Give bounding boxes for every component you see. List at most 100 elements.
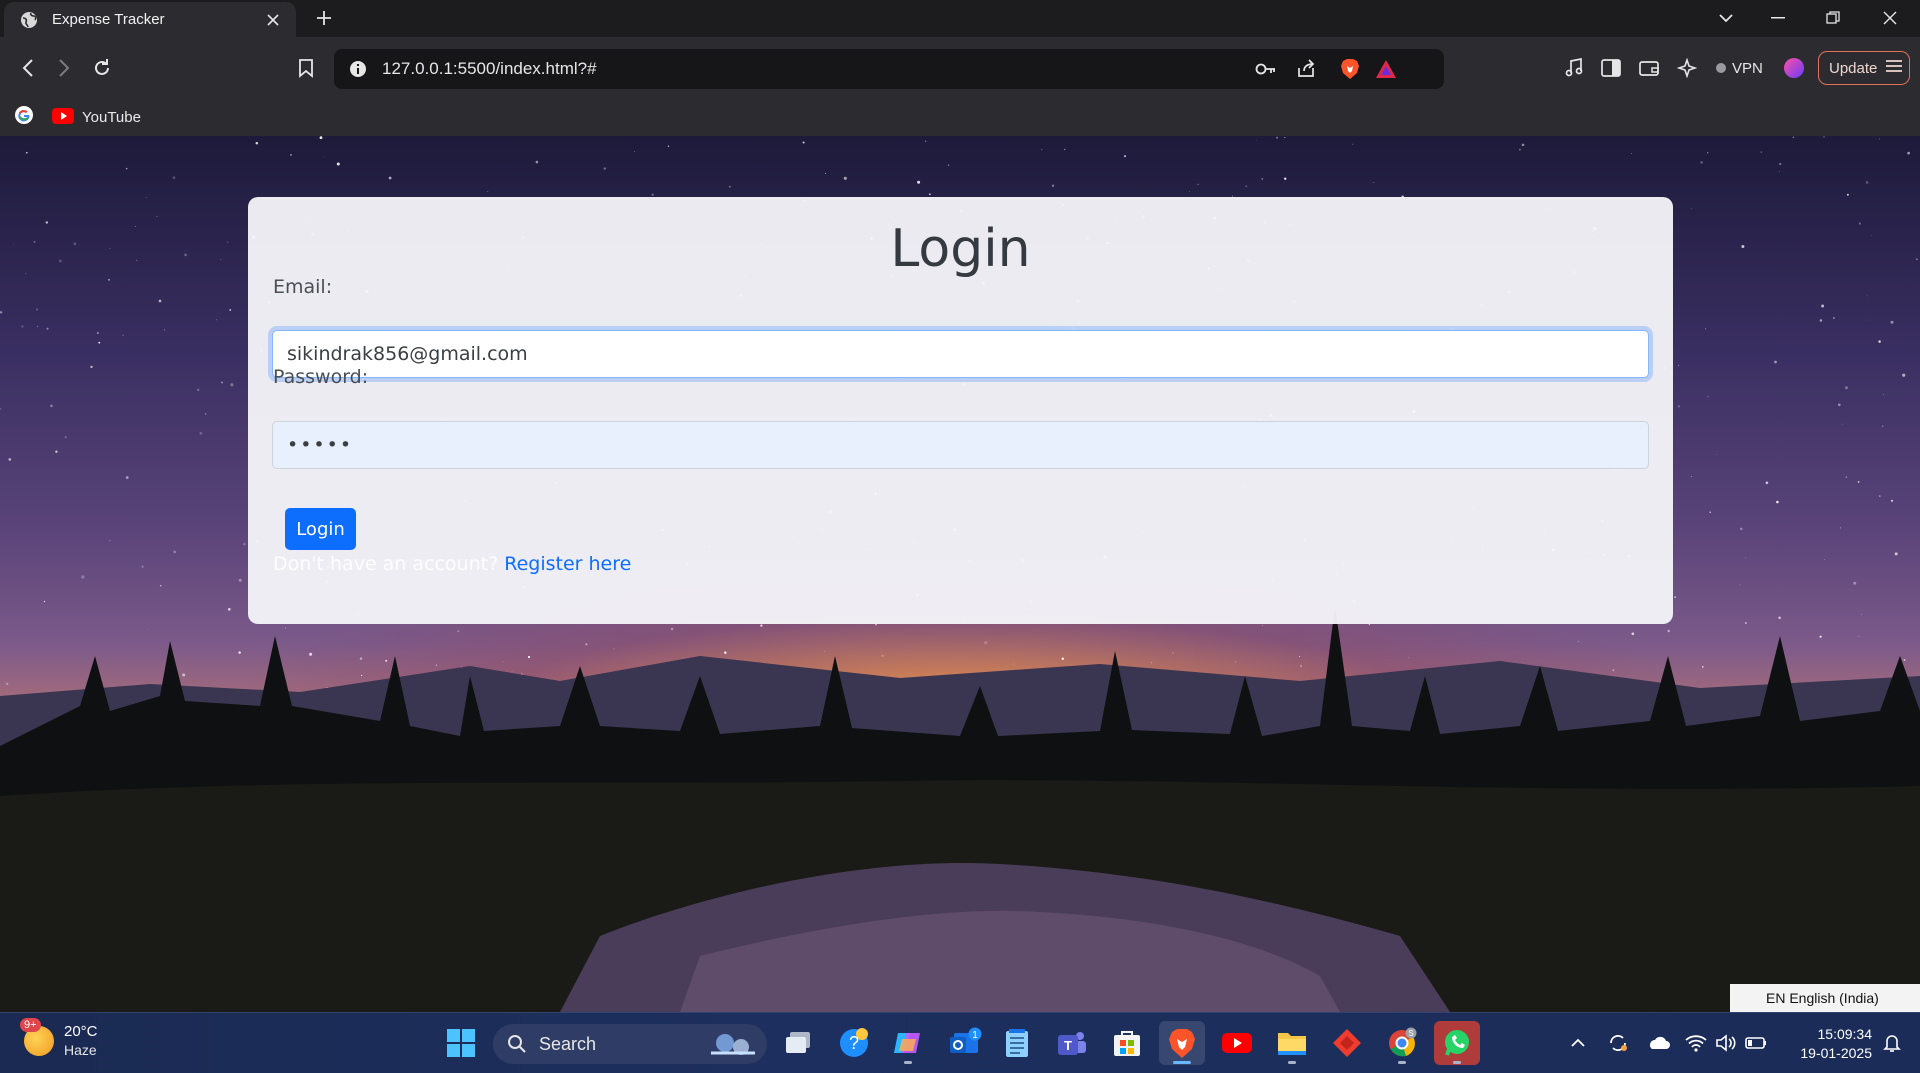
login-card: Login Email: Password: Login Don't have … [248, 197, 1673, 624]
password-label: Password: [273, 366, 369, 388]
vpn-label: VPN [1732, 59, 1763, 77]
email-label: Email: [273, 276, 333, 298]
windows-icon [447, 1029, 475, 1057]
running-indicator [904, 1061, 912, 1064]
weather-temp: 20°C [64, 1023, 98, 1040]
chrome-app[interactable]: S [1379, 1021, 1425, 1065]
update-button[interactable]: Update [1818, 51, 1910, 85]
teams-icon: T [1058, 1032, 1086, 1055]
chrome-profile-badge: S [1408, 1029, 1413, 1038]
running-indicator [1398, 1061, 1406, 1064]
running-indicator [1173, 1061, 1191, 1064]
wallet-icon[interactable] [1633, 52, 1665, 84]
store-icon [1114, 1031, 1140, 1056]
youtube-app[interactable] [1214, 1021, 1260, 1065]
outlook-app[interactable]: 1 [942, 1021, 988, 1065]
tab-strip: Expense Tracker [0, 0, 1920, 37]
back-icon[interactable] [12, 52, 44, 84]
media-icon[interactable] [1558, 52, 1590, 84]
search-highlight-icon [711, 1034, 755, 1055]
task-view-button[interactable] [775, 1021, 821, 1065]
battery-icon[interactable] [1744, 1031, 1768, 1055]
share-icon[interactable] [1290, 53, 1322, 85]
taskbar: 9+ 20°C Haze Search ? 1 T S 15:09:34 19-… [0, 1012, 1920, 1073]
register-link[interactable]: Register here [504, 553, 631, 575]
bookmark-icon[interactable] [290, 52, 322, 84]
brave-browser-app[interactable] [1159, 1021, 1205, 1065]
running-indicator [1453, 1061, 1461, 1064]
clock-date: 19-01-2025 [1800, 1045, 1872, 1061]
youtube-icon [52, 107, 74, 128]
vpn-status-dot [1716, 63, 1726, 73]
file-explorer-app[interactable] [1269, 1021, 1315, 1065]
language-tooltip: EN English (India) [1730, 984, 1920, 1012]
store-app[interactable] [1104, 1021, 1150, 1065]
diamond-app-icon [1333, 1029, 1361, 1057]
brave-rewards-icon[interactable] [1370, 53, 1402, 85]
leo-ai-icon[interactable] [1671, 52, 1703, 84]
chrome-icon: S [1389, 1027, 1417, 1057]
update-label: Update [1829, 59, 1878, 77]
outlook-icon: 1 [950, 1027, 982, 1053]
bookmark-label: YouTube [82, 109, 141, 126]
whatsapp-icon [1445, 1030, 1469, 1056]
password-key-icon[interactable] [1250, 53, 1282, 85]
clock-time: 15:09:34 [1817, 1026, 1873, 1042]
svg-text:T: T [1064, 1038, 1072, 1053]
notepad-app[interactable] [994, 1021, 1040, 1065]
onedrive-icon[interactable] [1646, 1031, 1670, 1055]
running-indicator [1288, 1061, 1296, 1064]
email-field[interactable] [272, 330, 1649, 378]
restore-icon[interactable] [1813, 4, 1853, 32]
weather-widget[interactable]: 9+ 20°C Haze [20, 1018, 98, 1059]
notifications-icon[interactable] [1880, 1031, 1904, 1055]
new-tab-icon[interactable] [312, 6, 336, 30]
profile-avatar-icon[interactable] [1778, 52, 1810, 84]
weather-condition: Haze [64, 1042, 97, 1058]
reload-icon[interactable] [86, 52, 118, 84]
minimize-icon[interactable] [1758, 4, 1798, 32]
git-app[interactable] [1324, 1021, 1370, 1065]
brave-shields-icon[interactable] [1334, 53, 1366, 85]
search-label: Search [539, 1033, 597, 1054]
vpn-button[interactable]: VPN [1708, 53, 1771, 83]
volume-icon[interactable] [1714, 1031, 1738, 1055]
help-app[interactable]: ? [831, 1021, 877, 1065]
sync-icon[interactable] [1606, 1031, 1630, 1055]
menu-icon [1885, 59, 1903, 77]
forward-icon[interactable] [48, 52, 80, 84]
page-title: Login [890, 219, 1031, 279]
tab-title: Expense Tracker [52, 11, 165, 28]
whatsapp-app[interactable] [1434, 1021, 1480, 1065]
page-viewport: Login Email: Password: Login Don't have … [0, 136, 1920, 1012]
task-view-icon [786, 1032, 810, 1053]
weather-sun-icon: 9+ [20, 1018, 54, 1056]
weather-badge: 9+ [20, 1018, 41, 1032]
register-prompt: Don't have an account? [273, 553, 499, 575]
sidebar-icon[interactable] [1595, 52, 1627, 84]
close-window-icon[interactable] [1870, 4, 1910, 32]
site-info-icon[interactable] [342, 53, 374, 85]
tray-overflow-chevron-icon[interactable] [1566, 1031, 1590, 1055]
copilot-icon [894, 1033, 920, 1053]
bookmark-youtube[interactable]: YouTube [52, 107, 141, 128]
google-icon[interactable] [14, 105, 34, 130]
folder-icon [1278, 1033, 1306, 1055]
address-bar[interactable]: 127.0.0.1:5500/index.html?# [334, 49, 1444, 89]
youtube-app-icon [1222, 1033, 1252, 1053]
outlook-badge: 1 [972, 1030, 978, 1041]
password-field[interactable] [272, 421, 1649, 469]
close-tab-icon[interactable] [262, 9, 284, 31]
wifi-icon[interactable] [1684, 1031, 1708, 1055]
tab-search-chevron-icon[interactable] [1706, 4, 1746, 32]
start-button[interactable] [438, 1021, 484, 1065]
login-button[interactable]: Login [285, 508, 356, 550]
bookmarks-bar: YouTube [0, 99, 1920, 136]
taskbar-clock[interactable]: 15:09:34 19-01-2025 [1776, 1025, 1872, 1063]
browser-toolbar: 127.0.0.1:5500/index.html?# VPN Update [0, 37, 1920, 99]
search-icon [508, 1035, 526, 1053]
copilot-app[interactable] [885, 1021, 931, 1065]
taskbar-search[interactable]: Search [493, 1024, 767, 1064]
browser-tab[interactable]: Expense Tracker [4, 2, 296, 37]
teams-app[interactable]: T [1049, 1021, 1095, 1065]
